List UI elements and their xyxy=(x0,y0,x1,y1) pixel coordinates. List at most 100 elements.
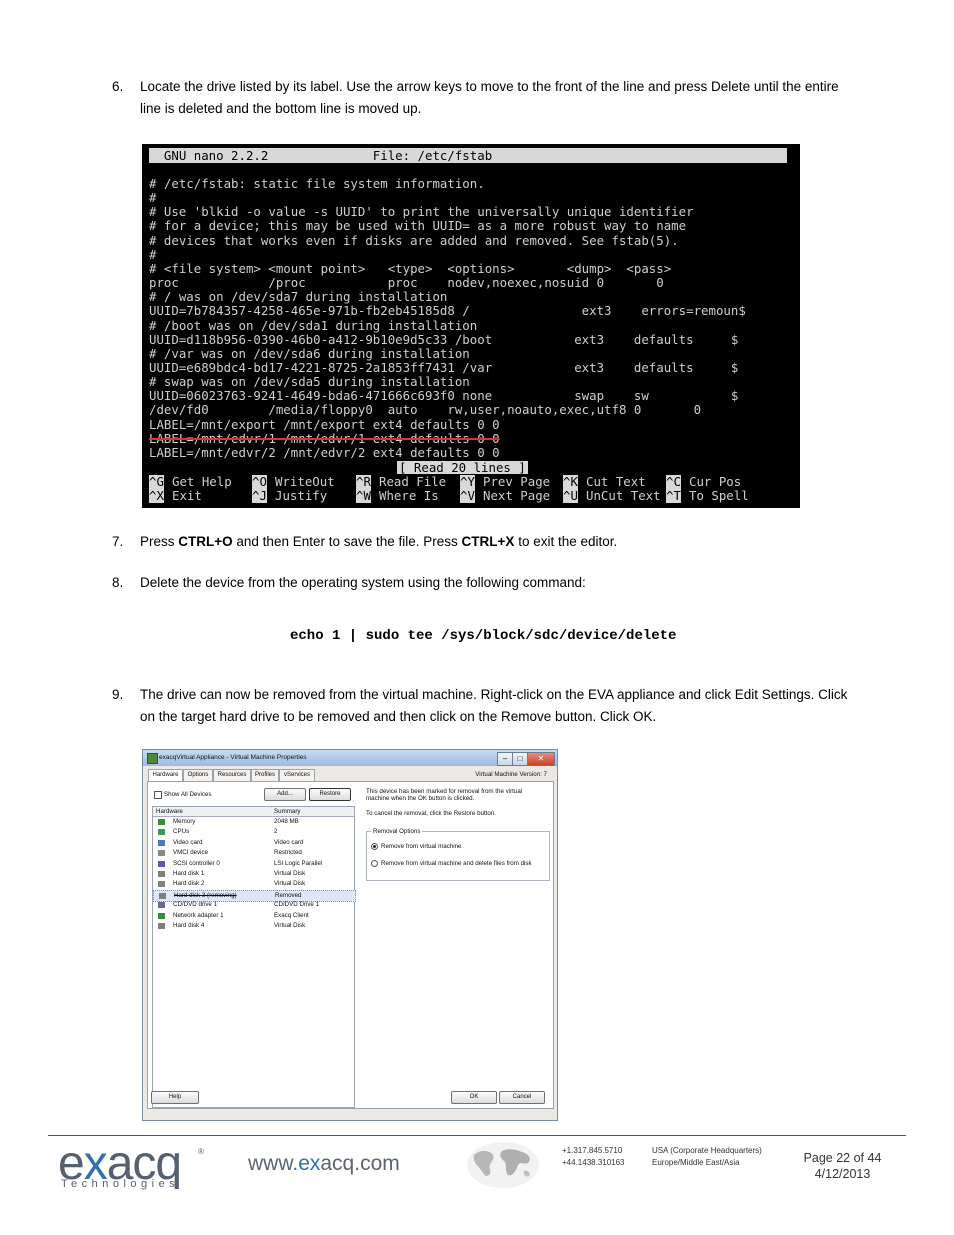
device-name: Hard disk 2 xyxy=(173,880,205,888)
device-summary: CD/DVD Drive 1 xyxy=(274,901,320,909)
help-button[interactable]: Help xyxy=(151,1091,199,1104)
device-summary: Removed xyxy=(275,891,302,899)
show-all-devices-label: Show All Devices xyxy=(164,791,212,798)
step-text: Locate the drive listed by its label. Us… xyxy=(140,79,839,116)
fstab-line: proc /proc proc nodev,noexec,nosuid 0 0 xyxy=(149,275,664,291)
device-icon xyxy=(158,819,165,825)
hardware-row[interactable]: Hard disk 1 Virtual Disk xyxy=(153,869,354,879)
nano-shortcut-label: Get Help xyxy=(172,474,232,489)
fstab-line: # /var was on /dev/sda6 during installat… xyxy=(149,345,470,361)
hardware-row[interactable]: Network adapter 1 Exacq Client xyxy=(153,911,354,921)
removal-options-label: Removal Options xyxy=(371,828,423,835)
add-button[interactable]: Add... xyxy=(264,788,306,801)
fstab-line: # / was on /dev/sda7 during installation xyxy=(149,289,448,305)
nano-shortcut-label: Next Page xyxy=(483,488,551,503)
step-number: 7. xyxy=(112,534,124,549)
cancel-button[interactable]: Cancel xyxy=(499,1091,545,1104)
hardware-row[interactable]: Memory 2048 MB xyxy=(153,817,354,827)
show-all-devices-checkbox[interactable] xyxy=(154,791,162,799)
close-button[interactable]: ✕ xyxy=(527,752,555,766)
hardware-row[interactable]: CPUs 2 xyxy=(153,827,354,837)
fstab-line: # xyxy=(149,246,157,262)
nano-shortcut-label: Cur Pos xyxy=(689,474,742,489)
device-name: Hard disk 1 xyxy=(173,870,205,877)
ok-button[interactable]: OK xyxy=(451,1091,497,1104)
ctrl-x-keys: CTRL+X xyxy=(461,534,515,549)
device-name: Memory xyxy=(173,818,196,825)
nano-shortcut-label: Justify xyxy=(275,488,328,503)
vm-app-icon xyxy=(147,753,158,764)
hardware-row[interactable]: CD/DVD drive 1 CD/DVD Drive 1 xyxy=(153,900,354,910)
nano-shortcut-label: UnCut Text xyxy=(586,488,661,503)
nano-shortcut-key: ^U xyxy=(563,488,578,503)
logo-subtitle: Technologies xyxy=(61,1178,180,1190)
device-icon xyxy=(158,902,165,909)
device-summary: Video card xyxy=(274,838,304,846)
step-text: Delete the device from the operating sys… xyxy=(140,575,586,590)
dialog-title: exacqVirtual Appliance - Virtual Machine… xyxy=(159,754,307,761)
maximize-button[interactable]: □ xyxy=(512,752,528,766)
remove-from-vm-label: Remove from virtual machine xyxy=(381,843,462,850)
hardware-row[interactable]: Hard disk 2 Virtual Disk xyxy=(153,879,354,889)
hardware-row[interactable]: Video card Video card xyxy=(153,838,354,848)
nano-shortcut-label: To Spell xyxy=(689,488,749,503)
tab-options[interactable]: Options xyxy=(183,769,213,781)
remove-from-vm-radio[interactable] xyxy=(371,843,378,850)
remove-and-delete-radio[interactable] xyxy=(371,860,378,867)
device-summary: 2 xyxy=(274,828,278,836)
device-icon xyxy=(158,912,165,919)
nano-shortcut-label: Where Is xyxy=(379,488,439,503)
dialog-title-bar: exacqVirtual Appliance - Virtual Machine… xyxy=(143,750,557,766)
nano-shortcut-key: ^X xyxy=(149,488,164,503)
nano-shortcut-key: ^T xyxy=(666,488,681,503)
device-summary: Virtual Disk xyxy=(274,880,306,888)
nano-shortcut-key: ^G xyxy=(149,474,164,489)
device-name: Video card xyxy=(173,838,203,846)
fstab-line: UUID=d118b956-0390-46b0-a412-9b10e9d5c33… xyxy=(149,331,739,347)
contact-regions: USA (Corporate Headquarters) Europe/Midd… xyxy=(652,1146,762,1167)
hardware-list-header: Hardware Summary xyxy=(153,807,354,817)
removal-note: This device has been marked for removal … xyxy=(366,788,523,802)
hardware-row[interactable]: VMCI device Restricted xyxy=(153,848,354,858)
minimize-button[interactable]: – xyxy=(497,752,513,766)
hardware-row[interactable]: Hard disk 4 Virtual Disk xyxy=(153,921,354,931)
tab-profiles[interactable]: Profiles xyxy=(251,769,279,781)
fstab-line: LABEL=/mnt/edvr/2 /mnt/edvr/2 ext4 defau… xyxy=(149,444,500,460)
device-icon xyxy=(158,923,165,929)
world-map-icon xyxy=(467,1142,539,1188)
fstab-line: UUID=7b784357-4258-465e-971b-fb2eb45185d… xyxy=(149,303,746,319)
device-icon xyxy=(158,850,165,857)
nano-shortcut-label: Prev Page xyxy=(483,474,551,489)
nano-shortcut-key: ^V xyxy=(460,488,475,503)
vm-version-label: Virtual Machine Version: 7 xyxy=(475,771,547,778)
removal-options-group: Removal Options Remove from virtual mach… xyxy=(366,828,550,881)
device-summary: Restricted xyxy=(274,849,302,857)
page-number: Page 22 of 44 xyxy=(803,1151,882,1165)
nano-shortcut-key: ^Y xyxy=(460,474,475,489)
nano-shortcut-key: ^K xyxy=(563,474,578,489)
fstab-line: # xyxy=(149,190,157,206)
step-number: 6. xyxy=(112,79,124,94)
fstab-line: LABEL=/mnt/export /mnt/export ext4 defau… xyxy=(149,416,500,432)
fstab-line: UUID=e689bdc4-bd17-4221-8725-2a1853ff743… xyxy=(149,359,739,375)
fstab-line: # for a device; this may be used with UU… xyxy=(149,218,687,234)
tab-vservices[interactable]: vServices xyxy=(279,769,315,781)
col-summary: Summary xyxy=(274,808,301,815)
step-number: 9. xyxy=(112,687,124,702)
tab-resources[interactable]: Resources xyxy=(213,769,251,781)
device-icon xyxy=(158,839,165,846)
nano-shortcut-key: ^R xyxy=(356,474,371,489)
contact-phones: +1.317.845.5710 +44.1438.310163 xyxy=(562,1146,625,1167)
restore-button[interactable]: Restore xyxy=(309,788,351,801)
page-info: Page 22 of 44 4/12/2013 xyxy=(790,1150,895,1182)
hardware-row[interactable]: SCSI controller 0 LSI Logic Parallel xyxy=(153,859,354,869)
step-text: The drive can now be removed from the vi… xyxy=(140,687,848,724)
nano-terminal-screenshot: GNU nano 2.2.2 File: /etc/fstab # /etc/f… xyxy=(142,144,800,508)
hardware-panel: Show All Devices Add... Restore Hardware… xyxy=(147,781,554,1109)
nano-shortcut-label: Cut Text xyxy=(586,474,646,489)
vm-properties-dialog: exacqVirtual Appliance - Virtual Machine… xyxy=(142,749,558,1121)
nano-shortcut-label: Exit xyxy=(172,488,202,503)
device-name: CD/DVD drive 1 xyxy=(173,901,218,909)
device-icon xyxy=(158,860,165,867)
fstab-line: /dev/fd0 /media/floppy0 auto rw,user,noa… xyxy=(149,402,702,418)
